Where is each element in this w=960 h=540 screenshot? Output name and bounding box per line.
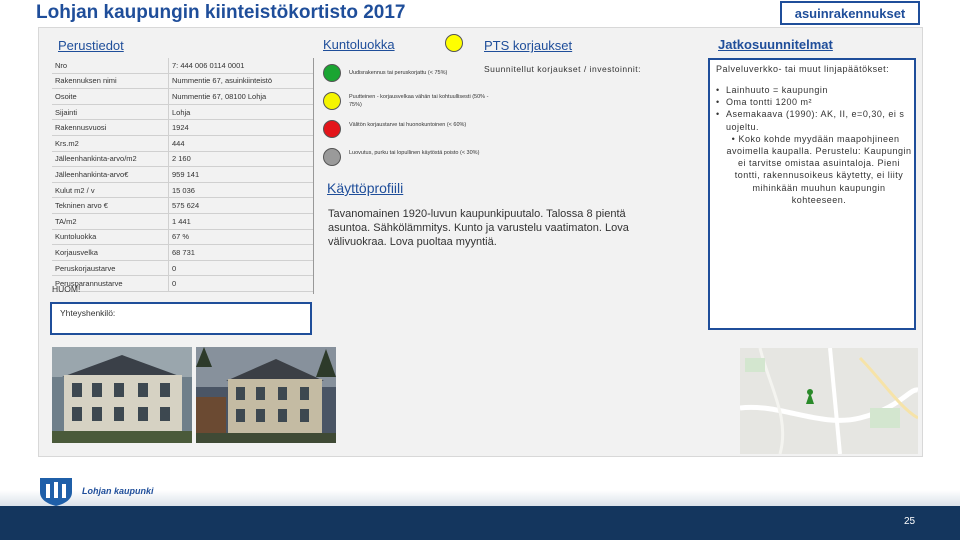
info-label: Jälleenhankinta-arvo€	[52, 166, 169, 183]
info-label: Korjausvelka	[52, 244, 169, 261]
jatko-item: • Asemakaava (1990): AK, II, e=0,30, ei s…	[716, 108, 912, 132]
info-label: Rakennusvuosi	[52, 119, 169, 136]
condition-dot-icon	[323, 92, 341, 110]
info-row: Peruskorjaustarve 0	[52, 260, 314, 277]
info-value: 575 624	[168, 197, 314, 214]
building-photo-1	[52, 347, 192, 443]
condition-text: Puutteinen - korjausvelkaa vähän tai koh…	[349, 94, 489, 108]
info-value: 1924	[168, 119, 314, 136]
info-value: 444	[168, 135, 314, 152]
info-label: Peruskorjaustarve	[52, 260, 169, 277]
pts-text: Suunnitellut korjaukset / investoinnit:	[484, 64, 641, 74]
info-row: Jälleenhankinta-arvo€ 959 141	[52, 166, 314, 183]
info-value: Nummentie 67, asuinkiinteistö	[168, 73, 314, 90]
page-number: 25	[904, 516, 916, 527]
kuntoluokka-heading: Kuntoluokka	[323, 37, 395, 52]
info-row: Kulut m2 / v 15 036	[52, 182, 314, 199]
info-label: Krs.m2	[52, 135, 169, 152]
info-value: 2 160	[168, 151, 314, 168]
condition-dot-icon	[323, 64, 341, 82]
info-value: 15 036	[168, 182, 314, 199]
info-label: Rakennuksen nimi	[52, 73, 169, 90]
info-row: Perusparannustarve 0	[52, 275, 314, 292]
perustiedot-table: Nro 7: 444 006 0114 0001 Rakennuksen nimi N…	[52, 58, 314, 292]
bullet-icon: •	[716, 109, 720, 120]
info-value: 959 141	[168, 166, 314, 183]
info-row: Rakennusvuosi 1924	[52, 119, 314, 136]
yhteys-box	[50, 302, 312, 335]
building-photo-2	[196, 347, 336, 443]
bullet-icon: •	[731, 133, 736, 144]
info-row: TA/m2 1 441	[52, 213, 314, 230]
yhteys-label: Yhteyshenkilö:	[60, 308, 116, 318]
condition-indicator-icon	[445, 34, 463, 52]
info-value: 1 441	[168, 213, 314, 230]
huom-label: HUOM!	[52, 284, 81, 294]
info-label: Jälleenhankinta-arvo/m2	[52, 151, 169, 168]
info-row: Nro 7: 444 006 0114 0001	[52, 58, 314, 74]
info-label: Kuntoluokka	[52, 229, 169, 246]
jatko-item-text: Koko kohde myydään maapohjineen avoimell…	[726, 133, 912, 205]
jatko-item: • Oma tontti 1200 m²	[716, 96, 912, 108]
condition-dot-icon	[323, 148, 341, 166]
info-label: TA/m2	[52, 213, 169, 230]
footer-bar	[0, 506, 960, 540]
info-value: Lohja	[168, 104, 314, 121]
info-value: 0	[168, 260, 314, 277]
page-title: Lohjan kaupungin kiinteistökortisto 2017	[36, 2, 406, 23]
condition-text: Uudisrakennus tai peruskorjattu (< 75%)	[349, 70, 448, 76]
footer-logo: Lohjan kaupunki	[36, 476, 246, 506]
kaytto-text: Tavanomainen 1920-luvun kaupunkipuutalo.…	[328, 208, 629, 248]
pts-heading: PTS korjaukset	[484, 38, 573, 53]
info-row: Korjausvelka 68 731	[52, 244, 314, 261]
jatko-item-text: Asemakaava (1990): AK, II, e=0,30, ei s …	[726, 109, 905, 132]
info-label: Tekninen arvo €	[52, 197, 169, 214]
jatko-item-text: Oma tontti 1200 m²	[726, 97, 813, 108]
location-map	[740, 348, 918, 454]
jatko-item-text: Lainhuuto = kaupungin	[726, 85, 828, 95]
info-label: Kulut m2 / v	[52, 182, 169, 199]
footer-logo-text: Lohjan kaupunki	[82, 486, 154, 496]
info-value: 68 731	[168, 244, 314, 261]
condition-text: Välitön korjaustarve tai huonokuntoinen …	[349, 122, 467, 128]
info-label: Nro	[52, 58, 169, 74]
jatko-heading: Jatkosuunnitelmat	[718, 37, 833, 52]
kaytto-heading: Käyttöprofiili	[327, 180, 404, 196]
city-crest-icon	[40, 478, 72, 506]
info-row: Sijainti Lohja	[52, 104, 314, 121]
info-row: Krs.m2 444	[52, 135, 314, 152]
bullet-icon: •	[716, 85, 720, 95]
info-value: Nummentie 67, 08100 Lohja	[168, 88, 314, 105]
info-row: Tekninen arvo €575 624	[52, 197, 314, 214]
info-value: 7: 444 006 0114 0001	[168, 58, 314, 74]
info-row: Rakennuksen nimi Nummentie 67, asuinkiint…	[52, 73, 314, 90]
jatko-intro: Palveluverkko- tai muut linjapäätökset:	[716, 64, 890, 74]
info-label: Osoite	[52, 88, 169, 105]
category-badge: asuinrakennukset	[780, 1, 920, 25]
info-value: 67 %	[168, 229, 314, 246]
jatko-list: • Lainhuuto = kaupungin • Oma tontti 1200 …	[716, 84, 912, 206]
info-row: Osoite Nummentie 67, 08100 Lohja	[52, 88, 314, 105]
info-value: 0	[168, 275, 314, 292]
info-row: Kuntoluokka 67 %	[52, 229, 314, 246]
bullet-icon: •	[716, 97, 720, 108]
condition-dot-icon	[323, 120, 341, 138]
jatko-item: • Koko kohde myydään maapohjineen avoimel…	[726, 133, 912, 206]
info-label: Sijainti	[52, 104, 169, 121]
table-divider	[313, 58, 314, 294]
jatko-item: • Lainhuuto = kaupungin	[716, 84, 912, 96]
perustiedot-heading: Perustiedot	[58, 38, 124, 53]
condition-text: Luovutus, purku tai lopullinen käytöstä …	[349, 150, 480, 156]
info-row: Jälleenhankinta-arvo/m2 2 160	[52, 151, 314, 168]
